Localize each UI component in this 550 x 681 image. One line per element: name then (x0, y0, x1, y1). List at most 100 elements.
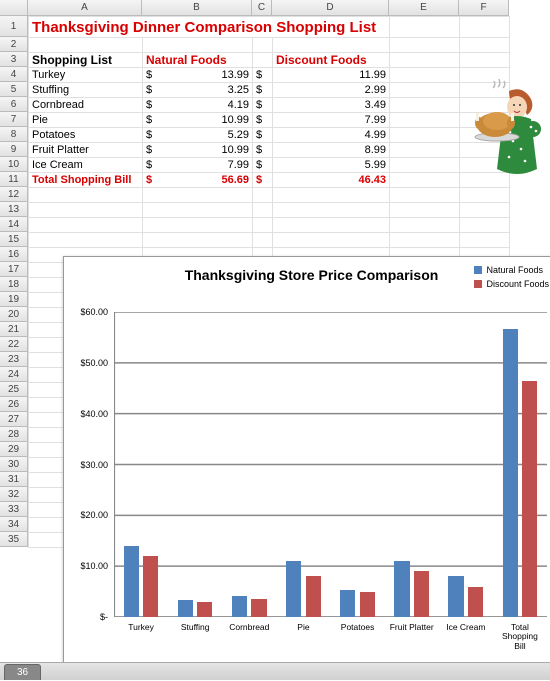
cell[interactable] (390, 83, 460, 98)
item-price-natural[interactable]: $10.99 (143, 113, 253, 128)
cell[interactable] (253, 38, 273, 53)
row-header-8[interactable]: 8 (0, 127, 28, 142)
item-price-discount[interactable]: 7.99 (273, 113, 390, 128)
cell[interactable] (460, 218, 510, 233)
item-name[interactable]: Cornbread (29, 98, 143, 113)
cell[interactable] (390, 218, 460, 233)
row-header-9[interactable]: 9 (0, 142, 28, 157)
cell[interactable] (253, 188, 273, 203)
cell[interactable] (29, 188, 143, 203)
item-price-discount[interactable]: 5.99 (273, 158, 390, 173)
total-natural[interactable]: $56.69 (143, 173, 253, 188)
row-header-10[interactable]: 10 (0, 157, 28, 172)
row-header-35[interactable]: 35 (0, 532, 28, 547)
item-price-natural[interactable]: $3.25 (143, 83, 253, 98)
total-discount[interactable]: 46.43 (273, 173, 390, 188)
col-header-D[interactable]: D (272, 0, 389, 16)
item-price-discount[interactable]: 4.99 (273, 128, 390, 143)
row-header-14[interactable]: 14 (0, 217, 28, 232)
row-header-3[interactable]: 3 (0, 52, 28, 67)
row-header-23[interactable]: 23 (0, 352, 28, 367)
row-header-25[interactable]: 25 (0, 382, 28, 397)
item-currency-discount[interactable]: $ (253, 68, 273, 83)
cell[interactable] (390, 53, 460, 68)
item-price-natural[interactable]: $4.19 (143, 98, 253, 113)
item-currency-discount[interactable]: $ (253, 98, 273, 113)
row-header-16[interactable]: 16 (0, 247, 28, 262)
item-currency-discount[interactable]: $ (253, 83, 273, 98)
cell-grid[interactable]: Thanksgiving Dinner Comparison Shopping … (28, 16, 550, 662)
cell[interactable] (143, 188, 253, 203)
cell[interactable] (460, 38, 510, 53)
cell[interactable] (143, 233, 253, 248)
item-price-discount[interactable]: 8.99 (273, 143, 390, 158)
cell[interactable] (143, 203, 253, 218)
cell[interactable] (29, 38, 143, 53)
row-header-34[interactable]: 34 (0, 517, 28, 532)
cell[interactable] (390, 143, 460, 158)
row-header-29[interactable]: 29 (0, 442, 28, 457)
cell[interactable] (390, 173, 460, 188)
row-header-27[interactable]: 27 (0, 412, 28, 427)
row-header-13[interactable]: 13 (0, 202, 28, 217)
cell[interactable] (460, 233, 510, 248)
item-price-discount[interactable]: 3.49 (273, 98, 390, 113)
row-header-30[interactable]: 30 (0, 457, 28, 472)
cell[interactable] (29, 203, 143, 218)
cell[interactable] (253, 203, 273, 218)
cell[interactable] (143, 38, 253, 53)
cell[interactable] (460, 17, 510, 38)
row-header-31[interactable]: 31 (0, 472, 28, 487)
cell[interactable] (460, 53, 510, 68)
embedded-chart[interactable]: Thanksgiving Store Price Comparison Natu… (63, 256, 550, 662)
cell[interactable] (460, 203, 510, 218)
item-price-natural[interactable]: $13.99 (143, 68, 253, 83)
cell[interactable] (273, 188, 390, 203)
row-header-7[interactable]: 7 (0, 112, 28, 127)
cell[interactable] (253, 218, 273, 233)
item-currency-discount[interactable]: $ (253, 158, 273, 173)
cell[interactable] (390, 98, 460, 113)
item-currency-discount[interactable]: $ (253, 113, 273, 128)
col-header-F[interactable]: F (459, 0, 509, 16)
row-header-5[interactable]: 5 (0, 82, 28, 97)
cell[interactable] (273, 203, 390, 218)
item-name[interactable]: Ice Cream (29, 158, 143, 173)
col-header-C[interactable]: C (252, 0, 272, 16)
row-header-26[interactable]: 26 (0, 397, 28, 412)
select-all-corner[interactable] (0, 0, 28, 16)
cell[interactable] (390, 128, 460, 143)
col-header-B[interactable]: B (142, 0, 252, 16)
row-header-20[interactable]: 20 (0, 307, 28, 322)
cell[interactable] (273, 218, 390, 233)
row-header-2[interactable]: 2 (0, 37, 28, 52)
row-header-19[interactable]: 19 (0, 292, 28, 307)
item-price-discount[interactable]: 11.99 (273, 68, 390, 83)
row-header-15[interactable]: 15 (0, 232, 28, 247)
total-currency-discount[interactable]: $ (253, 173, 273, 188)
cell[interactable] (390, 38, 460, 53)
item-name[interactable]: Fruit Platter (29, 143, 143, 158)
cell[interactable] (253, 233, 273, 248)
row-header-22[interactable]: 22 (0, 337, 28, 352)
sheet-tab-active[interactable]: 36 (4, 664, 41, 680)
total-label[interactable]: Total Shopping Bill (29, 173, 143, 188)
cell[interactable] (390, 113, 460, 128)
row-header-18[interactable]: 18 (0, 277, 28, 292)
cell[interactable] (273, 233, 390, 248)
item-price-discount[interactable]: 2.99 (273, 83, 390, 98)
col-header-A[interactable]: A (28, 0, 142, 16)
cell[interactable] (29, 233, 143, 248)
cell[interactable] (390, 203, 460, 218)
cell[interactable] (29, 218, 143, 233)
item-name[interactable]: Turkey (29, 68, 143, 83)
item-name[interactable]: Potatoes (29, 128, 143, 143)
item-price-natural[interactable]: $5.29 (143, 128, 253, 143)
item-currency-discount[interactable]: $ (253, 128, 273, 143)
row-header-24[interactable]: 24 (0, 367, 28, 382)
row-header-4[interactable]: 4 (0, 67, 28, 82)
row-header-33[interactable]: 33 (0, 502, 28, 517)
header-discount-foods[interactable]: Discount Foods (273, 53, 390, 68)
cell[interactable] (390, 17, 460, 38)
cell[interactable] (390, 158, 460, 173)
